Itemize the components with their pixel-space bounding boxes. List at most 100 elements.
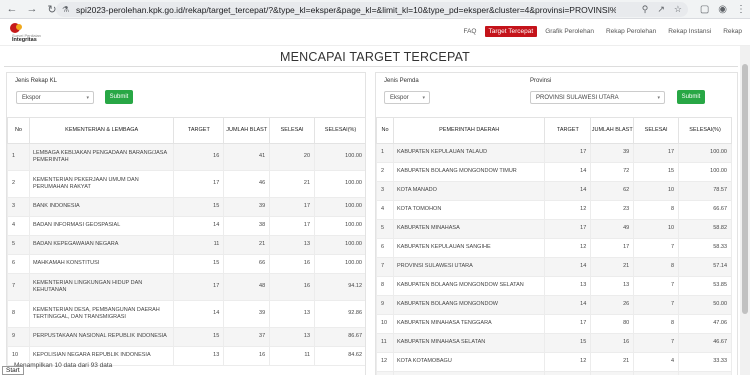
table-row: 1 LEMBAGA KEBIJAKAN PENGADAAN BARANG/JASA…: [7, 143, 365, 171]
cell-no: 3: [7, 197, 30, 217]
col-selesai-pct[interactable]: SELESAI(%): [678, 117, 732, 144]
cell-target: 17: [173, 273, 225, 301]
menu-grafik-perolehan[interactable]: Grafik Perolehan: [541, 26, 598, 37]
url-text: spi2023-perolehan.kpk.go.id/rekap/target…: [76, 4, 616, 15]
menu-faq[interactable]: FAQ: [459, 26, 480, 37]
cell-target: 16: [173, 143, 225, 171]
table-row: 8 KEMENTERIAN DESA, PEMBANGUNAN DAERAH TE…: [7, 300, 365, 328]
menu-rekap-perolehan[interactable]: Rekap Perolehan: [602, 26, 660, 37]
profile-icon[interactable]: ◉: [718, 4, 727, 15]
cell-selesai: 21: [269, 170, 316, 198]
col-jumlah-blast[interactable]: JUMLAH BLAST: [223, 117, 271, 144]
table-row: 3 KOTA MANADO 14 62 10 78.57: [376, 181, 732, 201]
cell-selesai-pct: 58.33: [678, 238, 732, 258]
jenis-pemda-select[interactable]: Ekspor ▾: [384, 91, 430, 104]
col-kementerian[interactable]: KEMENTERIAN & LEMBAGA: [28, 117, 175, 144]
cell-selesai: 17: [269, 197, 316, 217]
cell-selesai: 17: [633, 143, 680, 163]
start-status: Start: [2, 366, 24, 375]
cell-no: 4: [7, 216, 30, 236]
menu-target-tercepat[interactable]: Target Tercepat: [484, 26, 538, 37]
cell-selesai: 10: [633, 219, 680, 239]
menu-rekap-instansi[interactable]: Rekap Instansi: [664, 26, 715, 37]
more-menu-icon[interactable]: ⋮: [736, 4, 746, 15]
cell-target: 14: [544, 371, 592, 375]
bookmark-star-icon[interactable]: ☆: [674, 4, 682, 15]
col-no[interactable]: No: [7, 117, 30, 144]
cell-no: 2: [7, 170, 30, 198]
cell-blast: 46: [223, 170, 271, 198]
browser-toolbar: ← → ↻ ⚗ spi2023-perolehan.kpk.go.id/reka…: [0, 0, 750, 19]
cell-no: 1: [7, 143, 30, 171]
col-selesai[interactable]: SELESAI: [633, 117, 680, 144]
table-row: 2 KABUPATEN BOLAANG MONGONDOW TIMUR 14 72 15…: [376, 162, 732, 182]
cell-selesai-pct: 78.57: [678, 181, 732, 201]
chevron-down-icon: ▾: [86, 94, 89, 101]
provinsi-select[interactable]: PROVINSI SULAWESI UTARA ▾: [530, 91, 665, 104]
col-selesai-pct[interactable]: SELESAI(%): [314, 117, 365, 144]
provinsi-value: PROVINSI SULAWESI UTARA: [536, 94, 619, 101]
cell-selesai: 16: [269, 273, 316, 301]
cell-selesai: 4: [633, 352, 680, 372]
cell-no: 6: [7, 254, 30, 274]
share-icon[interactable]: ↗: [657, 4, 665, 15]
cell-target: 17: [173, 170, 225, 198]
cell-name: KOTA MANADO: [392, 181, 546, 201]
cell-selesai: 13: [269, 300, 316, 328]
kl-table-info: Menampilkan 10 data dari 93 data: [14, 362, 113, 369]
col-pemerintah-daerah[interactable]: PEMERINTAH DAERAH: [392, 117, 546, 144]
cell-target: 14: [544, 181, 592, 201]
table-row: 3 BANK INDONESIA 15 39 17 100.00: [7, 197, 365, 217]
table-row: 10 KABUPATEN MINAHASA TENGGARA 17 80 8 47.06: [376, 314, 732, 334]
cell-blast: 80: [590, 314, 635, 334]
jenis-pemda-label: Jenis Pemda: [384, 78, 419, 84]
extension-icon[interactable]: ▢: [700, 4, 709, 15]
cell-target: 13: [544, 276, 592, 296]
col-no[interactable]: No: [376, 117, 394, 144]
table-row: 5 BADAN KEPEGAWAIAN NEGARA 11 21 13 100.00: [7, 235, 365, 255]
cell-target: 11: [173, 235, 225, 255]
table-row: 6 MAHKAMAH KONSTITUSI 15 66 16 100.00: [7, 254, 365, 274]
cell-name: KEMENTERIAN DESA, PEMBANGUNAN DAERAH TER…: [28, 300, 175, 328]
page-scrollbar[interactable]: [740, 46, 750, 375]
cell-blast: 39: [223, 197, 271, 217]
cell-name: KABUPATEN BOLAANG MONGONDOW SELATAN: [392, 276, 546, 296]
cell-name: LEMBAGA KEBIJAKAN PENGADAAN BARANG/JASA …: [28, 143, 175, 171]
site-header: Survei Penilaian Integritas FAQ Target T…: [0, 19, 750, 46]
col-target[interactable]: TARGET: [544, 117, 592, 144]
table-row: 8 KABUPATEN BOLAANG MONGONDOW SELATAN 13 13…: [376, 276, 732, 296]
cell-selesai-pct: 94.12: [314, 273, 365, 301]
cell-blast: 26: [590, 295, 635, 315]
zoom-icon[interactable]: ⚲: [642, 4, 649, 15]
back-icon[interactable]: ←: [4, 1, 20, 17]
col-target[interactable]: TARGET: [173, 117, 225, 144]
cell-selesai-pct: 53.85: [678, 276, 732, 296]
submit-kl-button[interactable]: Submit: [105, 90, 133, 104]
forward-icon[interactable]: →: [24, 1, 40, 17]
table-row: 9 PERPUSTAKAAN NASIONAL REPUBLIK INDONESI…: [7, 327, 365, 347]
cell-selesai: 20: [269, 143, 316, 171]
cell-no: 9: [7, 327, 30, 347]
cell-target: 15: [173, 327, 225, 347]
cell-selesai-pct: 33.33: [678, 352, 732, 372]
col-jumlah-blast[interactable]: JUMLAH BLAST: [590, 117, 635, 144]
cell-selesai-pct: 92.86: [314, 300, 365, 328]
cell-no: 13: [376, 371, 394, 375]
cell-no: 8: [376, 276, 394, 296]
cell-target: 13: [173, 346, 225, 366]
cell-selesai: 3: [633, 371, 680, 375]
scrollbar-thumb[interactable]: [742, 64, 748, 314]
cell-name: KOTA TOMOHON: [392, 200, 546, 220]
site-logo[interactable]: Survei Penilaian Integritas: [10, 23, 50, 43]
cell-name: KABUPATEN BOLAANG MONGONDOW: [392, 295, 546, 315]
jenis-rekap-select[interactable]: Ekspor ▾: [16, 91, 94, 104]
cell-blast: 39: [223, 300, 271, 328]
cell-no: 4: [376, 200, 394, 220]
submit-pemda-button[interactable]: Submit: [677, 90, 705, 104]
col-selesai[interactable]: SELESAI: [269, 117, 316, 144]
address-bar[interactable]: ⚗ spi2023-perolehan.kpk.go.id/rekap/targ…: [56, 2, 688, 17]
cell-name: KABUPATEN BOLAANG MONGONDOW TIMUR: [392, 162, 546, 182]
menu-rekap[interactable]: Rekap: [719, 26, 746, 37]
cell-blast: 17: [590, 238, 635, 258]
cell-selesai: 8: [633, 314, 680, 334]
